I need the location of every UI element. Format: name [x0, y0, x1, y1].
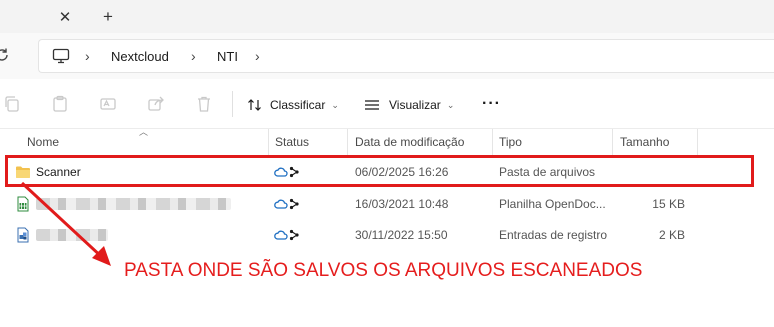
annotation-text: PASTA ONDE SÃO SALVOS OS ARQUIVOS ESCANE… [124, 260, 643, 281]
